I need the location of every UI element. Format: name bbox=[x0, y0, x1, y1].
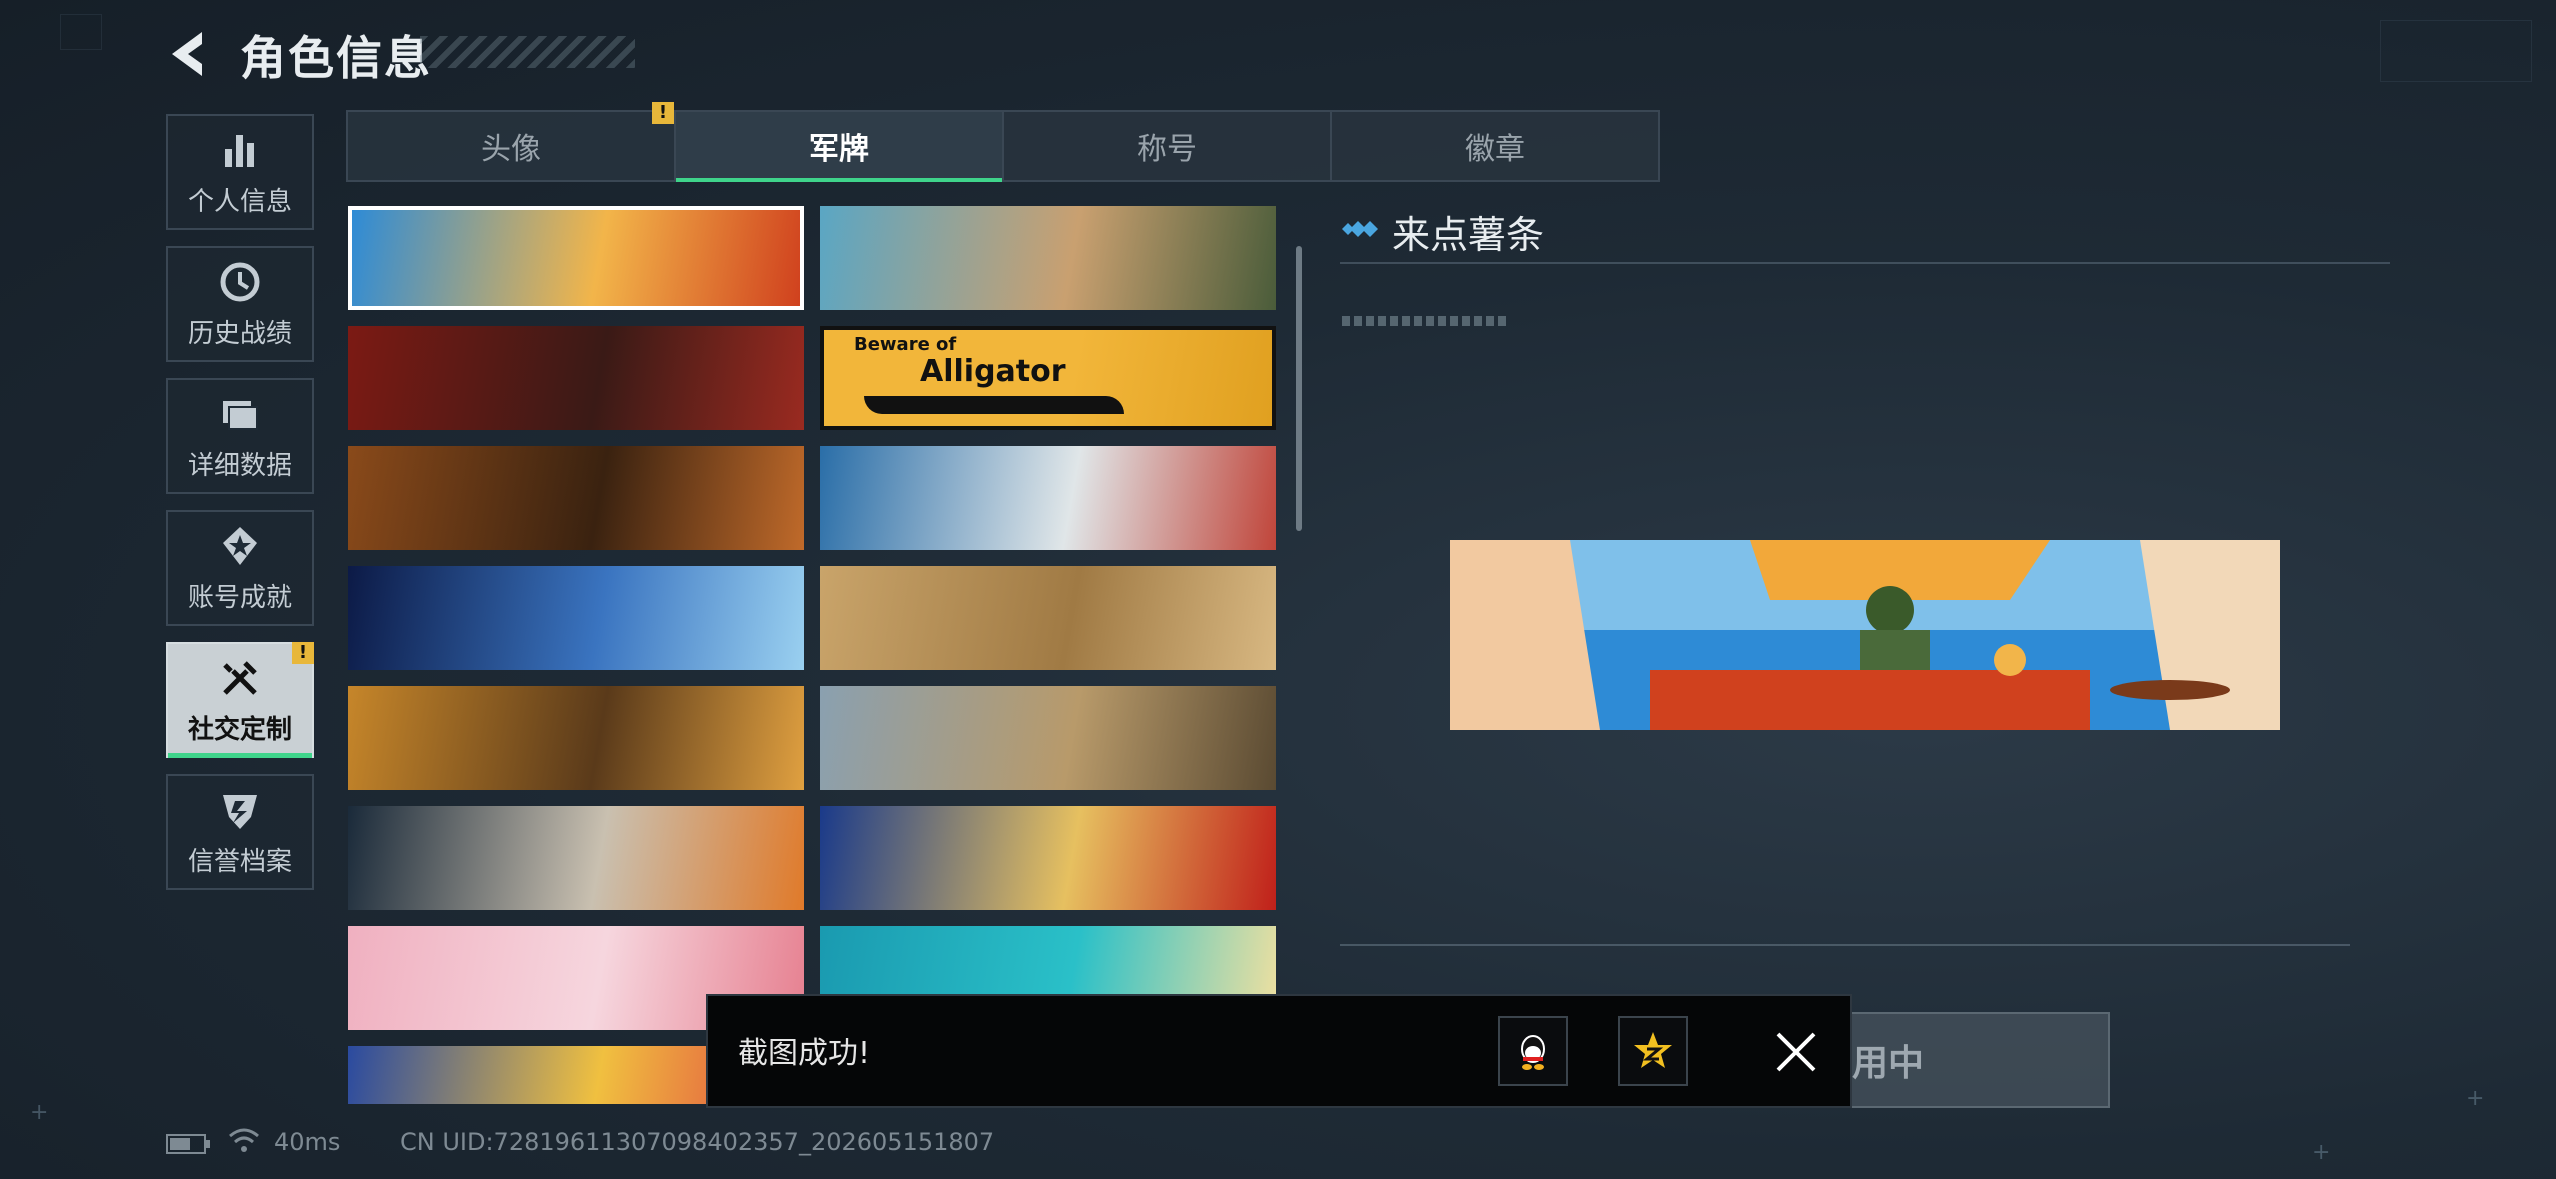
banner-sketch-parchment[interactable] bbox=[820, 566, 1276, 670]
divider bbox=[1340, 262, 2390, 264]
sidebar-item-achievements[interactable]: 账号成就 bbox=[166, 510, 314, 626]
sidebar-item-label: 历史战绩 bbox=[187, 318, 292, 349]
tab-bar: 头像 军牌 称号 徽章 bbox=[346, 110, 1660, 182]
banner-text: Alligator bbox=[920, 354, 1066, 389]
bg-plus-mark: + bbox=[30, 1100, 49, 1125]
banner-gold-jewel[interactable] bbox=[820, 806, 1276, 910]
alert-badge: ! bbox=[292, 642, 314, 664]
tab-badge[interactable]: 徽章 bbox=[1332, 112, 1658, 180]
banner-text: Beware of bbox=[854, 334, 957, 355]
history-icon bbox=[220, 262, 260, 301]
achievement-icon bbox=[223, 526, 257, 565]
bg-plus-mark: + bbox=[2312, 1140, 2331, 1165]
sidebar-item-label: 个人信息 bbox=[187, 186, 292, 217]
banner-cosmic-skeleton[interactable] bbox=[348, 566, 804, 670]
tab-dog-tag[interactable]: 军牌 bbox=[676, 112, 1004, 182]
qq-icon bbox=[1521, 1035, 1545, 1070]
sidebar-item-label: 账号成就 bbox=[187, 582, 292, 613]
tab-avatar[interactable]: 头像 bbox=[348, 112, 676, 180]
sidebar-item-credit[interactable]: 信誉档案 bbox=[166, 774, 314, 890]
tab-label: 军牌 bbox=[809, 132, 869, 167]
sidebar-item-label: 详细数据 bbox=[187, 450, 292, 481]
title-decoration bbox=[420, 36, 635, 68]
banner-autumn-skeleton[interactable] bbox=[348, 446, 804, 550]
banner-food-vendor[interactable] bbox=[348, 206, 804, 310]
uid-text: CN UID:7281961130709840235​7_20260515180… bbox=[400, 1128, 995, 1156]
bg-frame-top-left bbox=[60, 14, 102, 50]
sidebar-item-details[interactable]: 详细数据 bbox=[166, 378, 314, 494]
bg-frame-top-right bbox=[2380, 20, 2532, 82]
page-title: 角色信息 bbox=[240, 31, 432, 85]
folder-icon bbox=[223, 400, 258, 430]
alert-badge: ! bbox=[652, 102, 674, 124]
preview-banner bbox=[1450, 540, 2280, 730]
back-button[interactable] bbox=[166, 28, 214, 80]
banner-alligator[interactable]: Beware of Alligator bbox=[820, 326, 1276, 430]
wifi-icon bbox=[229, 1128, 259, 1152]
use-button-label: 用中 bbox=[1852, 1043, 1925, 1084]
sidebar-item-label: 信誉档案 bbox=[187, 846, 292, 877]
battery-icon bbox=[166, 1134, 210, 1154]
sidebar-item-label: 社交定制 bbox=[187, 714, 292, 745]
toast-message: 截图成功! bbox=[738, 1036, 871, 1071]
diamond-icon bbox=[1342, 221, 1378, 237]
banner-red-squad[interactable] bbox=[348, 326, 804, 430]
tab-label: 徽章 bbox=[1465, 132, 1525, 167]
preview-banner-art bbox=[1450, 540, 2280, 730]
banner-sniper-mountain[interactable] bbox=[820, 686, 1276, 790]
sidebar-item-personal-info[interactable]: 个人信息 bbox=[166, 114, 314, 230]
back-arrow-icon bbox=[172, 32, 202, 76]
share-qzone-button[interactable] bbox=[1618, 1016, 1688, 1086]
screenshot-toast: 截图成功! bbox=[706, 994, 1852, 1108]
share-qq-button[interactable] bbox=[1498, 1016, 1568, 1086]
preview-title: 来点薯条 bbox=[1392, 213, 1545, 257]
close-icon[interactable] bbox=[1768, 1024, 1824, 1080]
tab-title[interactable]: 称号 bbox=[1004, 112, 1332, 180]
credit-icon bbox=[223, 794, 257, 829]
scrollbar[interactable] bbox=[1296, 246, 1302, 531]
alligator-silhouette bbox=[864, 396, 1124, 414]
sidebar-item-history[interactable]: 历史战绩 bbox=[166, 246, 314, 362]
divider bbox=[1340, 944, 2350, 946]
tools-icon bbox=[223, 660, 257, 695]
banner-octopus-wave[interactable] bbox=[820, 446, 1276, 550]
preview-subtitle-bar bbox=[1342, 316, 1507, 326]
bg-plus-mark: + bbox=[2466, 1086, 2485, 1111]
banner-girl-with-gun[interactable] bbox=[820, 206, 1276, 310]
tab-label: 头像 bbox=[481, 132, 541, 167]
bar-chart-icon bbox=[225, 134, 254, 167]
banner-feast-soldiers[interactable] bbox=[348, 686, 804, 790]
ping-value: 40ms bbox=[274, 1128, 341, 1156]
qzone-icon bbox=[1634, 1032, 1672, 1068]
tab-label: 称号 bbox=[1137, 132, 1197, 167]
banner-laser-soldiers[interactable] bbox=[348, 806, 804, 910]
